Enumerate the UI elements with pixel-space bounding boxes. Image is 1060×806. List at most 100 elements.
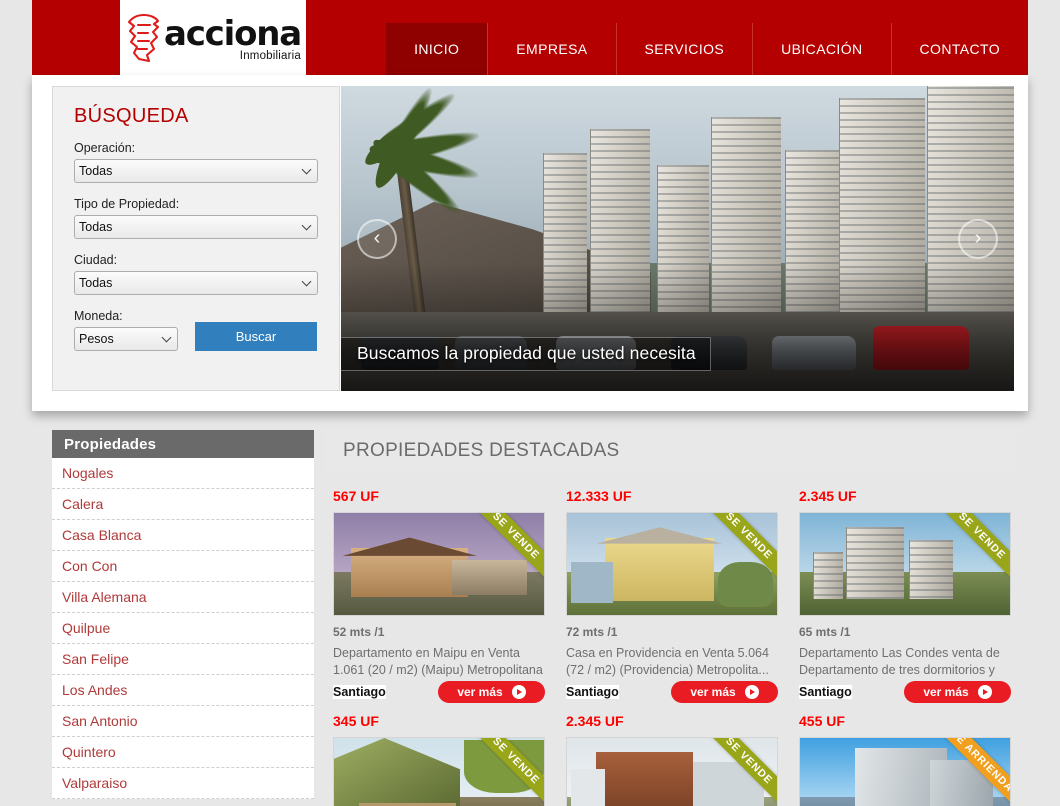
property-price: 12.333 UF [566,488,632,504]
ver-mas-label: ver más [690,685,736,699]
property-thumbnail[interactable]: SE VENDE [799,512,1011,616]
property-thumbnail[interactable]: SE VENDE [566,512,778,616]
acciona-shield-logo-icon [127,13,160,62]
nav-item-inicio[interactable]: INICIO [386,23,488,75]
logo-wordmark: acciona [163,13,302,54]
sidebar-item-label: Calera [62,496,104,512]
nav-item-ubicacion[interactable]: UBICACIÓN [752,23,890,75]
ver-mas-button[interactable]: ver más [904,681,1011,703]
sidebar-item-valparaiso[interactable]: Valparaiso [52,768,314,799]
moneda-label: Moneda: [74,309,123,323]
sidebar-item-san-antonio[interactable]: San Antonio [52,706,314,737]
sidebar-item-label: San Antonio [62,713,138,729]
property-card[interactable]: 345 UF SE VENDE ver más [333,713,545,806]
sidebar-item-label: Los Andes [62,682,128,698]
buscar-button[interactable]: Buscar [195,322,317,351]
nav-label: SERVICIOS [644,41,725,57]
sidebar-item-label: Con Con [62,558,118,574]
moneda-select[interactable]: Pesos [74,327,178,351]
tipo-propiedad-select[interactable]: Todas [74,215,318,239]
sidebar-item-label: Quintero [62,744,116,760]
property-meta: 52 mts /1 [333,625,385,639]
chevron-left-icon: ‹ [373,227,381,249]
property-thumbnail[interactable]: SE VENDE [333,512,545,616]
search-title: BÚSQUEDA [74,105,189,127]
ver-mas-button[interactable]: ver más [438,681,545,703]
property-card[interactable]: 455 UF SE ARRIENDA ver más [799,713,1011,806]
nav-item-contacto[interactable]: CONTACTO [890,23,1028,75]
property-city: Santiago [333,685,386,699]
sidebar-item-villa-alemana[interactable]: Villa Alemana [52,582,314,613]
property-thumbnail[interactable]: SE ARRIENDA [799,737,1011,806]
property-description: Departamento Las Condes venta de Departa… [799,646,1000,677]
play-icon [511,685,526,699]
ver-mas-label: ver más [457,685,503,699]
tipo-propiedad-value: Todas [79,220,113,234]
moneda-row: Moneda: Pesos Buscar [74,309,318,351]
sidebar-item-label: San Felipe [62,651,129,667]
sidebar-item-los-andes[interactable]: Los Andes [52,675,314,706]
sidebar-item-nogales[interactable]: Nogales [52,458,314,489]
property-description: Casa en Providencia en Venta 5.064 (72 /… [566,646,769,677]
property-city: Santiago [566,685,619,699]
play-icon [744,685,759,699]
chevron-down-icon [301,220,312,231]
nav-label: UBICACIÓN [781,41,863,57]
property-card[interactable]: 2.345 UF SE VENDE 65 mts /1 Departamento… [799,488,1011,703]
chevron-right-icon: › [974,227,982,249]
hero-caption: Buscamos la propiedad que usted necesita [341,337,711,371]
operacion-value: Todas [79,164,113,178]
property-card[interactable]: 2.345 UF SE VENDE ver más [566,713,778,806]
sidebar-item-label: Casa Blanca [62,527,142,543]
main-navigation: INICIO EMPRESA SERVICIOS UBICACIÓN CONTA… [386,23,1028,75]
property-meta: 72 mts /1 [566,625,618,639]
property-meta: 65 mts /1 [799,625,851,639]
featured-properties: PROPIEDADES DESTACADAS 567 UF SE VENDE 5… [325,430,1015,806]
sidebar-item-calera[interactable]: Calera [52,489,314,520]
property-footer: Santiago ver más [333,681,545,703]
property-card[interactable]: 567 UF SE VENDE 52 mts /1 Departamento e… [333,488,545,703]
ver-mas-button[interactable]: ver más [671,681,778,703]
chevron-down-icon [301,164,312,175]
property-card[interactable]: 12.333 UF SE VENDE 72 mts /1 Casa en Pro… [566,488,778,703]
top-panel: BÚSQUEDA Operación: Todas Tipo de Propie… [32,75,1028,411]
property-city: Santiago [799,685,852,699]
sidebar-item-con-con[interactable]: Con Con [52,551,314,582]
search-panel: BÚSQUEDA Operación: Todas Tipo de Propie… [52,86,340,391]
ciudad-select[interactable]: Todas [74,271,318,295]
property-footer: Santiago ver más [566,681,778,703]
ver-mas-label: ver más [923,685,969,699]
ciudad-value: Todas [79,276,113,290]
hero-next-button[interactable]: › [958,218,998,259]
sidebar-item-san-felipe[interactable]: San Felipe [52,644,314,675]
site-header: acciona Inmobiliaria INICIO EMPRESA SERV… [32,0,1028,75]
nav-item-servicios[interactable]: SERVICIOS [615,23,753,75]
sidebar-item-quilpue[interactable]: Quilpue [52,613,314,644]
ciudad-label: Ciudad: [74,253,118,267]
operacion-select[interactable]: Todas [74,159,318,183]
property-description: Departamento en Maipu en Venta 1.061 (20… [333,646,543,677]
properties-sidebar: Propiedades Nogales Calera Casa Blanca C… [52,430,314,799]
nav-label: INICIO [414,41,460,57]
sidebar-item-label: Nogales [62,465,114,481]
hero-prev-button[interactable]: ‹ [357,218,397,259]
play-icon [977,685,992,699]
property-price: 2.345 UF [566,713,624,729]
moneda-value: Pesos [79,332,114,346]
chevron-down-icon [161,332,172,343]
logo[interactable]: acciona Inmobiliaria [120,0,306,75]
property-price: 455 UF [799,713,845,729]
property-price: 567 UF [333,488,379,504]
property-thumbnail[interactable]: SE VENDE [566,737,778,806]
property-grid: 567 UF SE VENDE 52 mts /1 Departamento e… [325,472,1015,806]
property-thumbnail[interactable]: SE VENDE [333,737,545,806]
page-root: acciona Inmobiliaria INICIO EMPRESA SERV… [0,0,1060,806]
hero-slider[interactable]: ‹ › Buscamos la propiedad que usted nece… [341,86,1014,391]
sidebar-item-casa-blanca[interactable]: Casa Blanca [52,520,314,551]
property-footer: Santiago ver más [799,681,1011,703]
chevron-down-icon [301,276,312,287]
nav-item-empresa[interactable]: EMPRESA [487,23,615,75]
property-price: 345 UF [333,713,379,729]
nav-label: CONTACTO [919,41,1000,57]
sidebar-item-quintero[interactable]: Quintero [52,737,314,768]
